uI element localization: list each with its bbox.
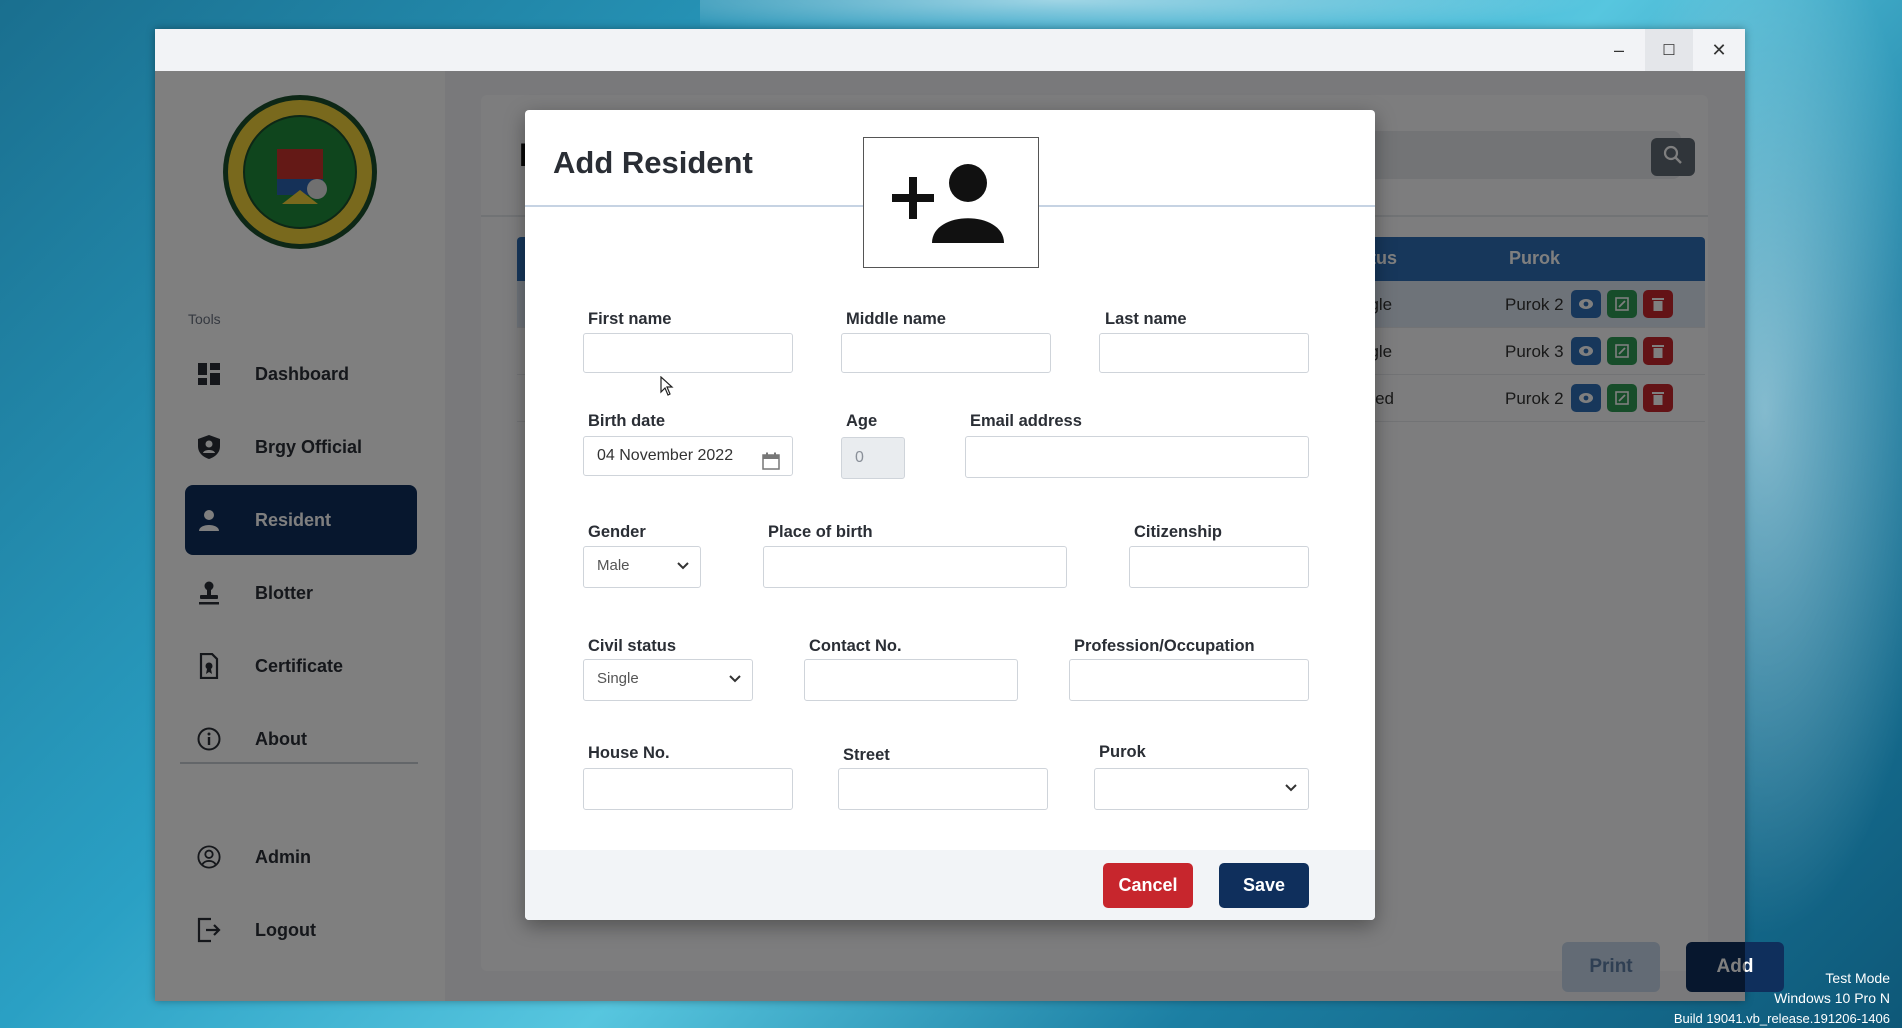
birth-date-value: 04 November 2022 — [597, 447, 734, 464]
first-name-field[interactable] — [583, 333, 793, 373]
purok-label: Purok — [1099, 743, 1146, 761]
last-name-label: Last name — [1105, 310, 1187, 328]
birth-date-picker[interactable]: 04 November 2022 — [583, 436, 793, 476]
email-field[interactable] — [965, 436, 1309, 478]
citizenship-label: Citizenship — [1134, 523, 1223, 541]
street-label: Street — [843, 746, 890, 764]
house-no-field[interactable] — [583, 768, 793, 810]
minimize-button[interactable]: – — [1595, 29, 1643, 71]
os-watermark-line1: Test Mode — [1825, 970, 1890, 986]
occupation-label: Profession/Occupation — [1074, 637, 1255, 655]
civil-status-label: Civil status — [588, 637, 677, 655]
contact-no-field[interactable] — [804, 659, 1018, 701]
save-button[interactable]: Save — [1219, 863, 1309, 908]
title-bar: – ☐ ✕ — [155, 29, 1745, 71]
age-label: Age — [846, 412, 878, 430]
add-user-icon — [892, 164, 1004, 243]
photo-upload-box[interactable] — [863, 137, 1039, 268]
chevron-down-icon — [677, 562, 689, 570]
chevron-down-icon — [729, 675, 741, 683]
birth-date-label: Birth date — [588, 412, 666, 430]
chevron-down-icon — [1285, 784, 1297, 792]
last-name-field[interactable] — [1099, 333, 1309, 373]
house-no-label: House No. — [588, 744, 670, 762]
place-of-birth-label: Place of birth — [768, 523, 873, 541]
first-name-label: First name — [588, 310, 672, 328]
civil-status-select[interactable]: Single — [583, 659, 753, 701]
os-watermark-line2: Windows 10 Pro N — [1774, 990, 1890, 1006]
dialog-title: Add Resident — [553, 145, 753, 180]
add-resident-dialog: Add Resident First name Middle name Last… — [525, 110, 1375, 920]
civil-status-selected-value: Single — [597, 670, 639, 687]
close-window-button[interactable]: ✕ — [1695, 29, 1743, 71]
middle-name-field[interactable] — [841, 333, 1051, 373]
maximize-button[interactable]: ☐ — [1645, 29, 1693, 71]
email-label: Email address — [970, 412, 1082, 430]
gender-select[interactable]: Male — [583, 546, 701, 588]
place-of-birth-field[interactable] — [763, 546, 1067, 588]
mouse-pointer-icon — [660, 375, 674, 401]
citizenship-field[interactable] — [1129, 546, 1309, 588]
gender-label: Gender — [588, 523, 646, 541]
gender-selected-value: Male — [597, 557, 630, 574]
age-field: 0 — [841, 437, 905, 479]
occupation-field[interactable] — [1069, 659, 1309, 701]
cancel-button[interactable]: Cancel — [1103, 863, 1193, 908]
purok-select[interactable] — [1094, 768, 1309, 810]
street-field[interactable] — [838, 768, 1048, 810]
calendar-icon[interactable] — [762, 447, 780, 484]
contact-no-label: Contact No. — [809, 637, 902, 655]
os-watermark-line3: Build 19041.vb_release.191206-1406 — [1673, 1011, 1890, 1026]
middle-name-label: Middle name — [846, 310, 946, 328]
